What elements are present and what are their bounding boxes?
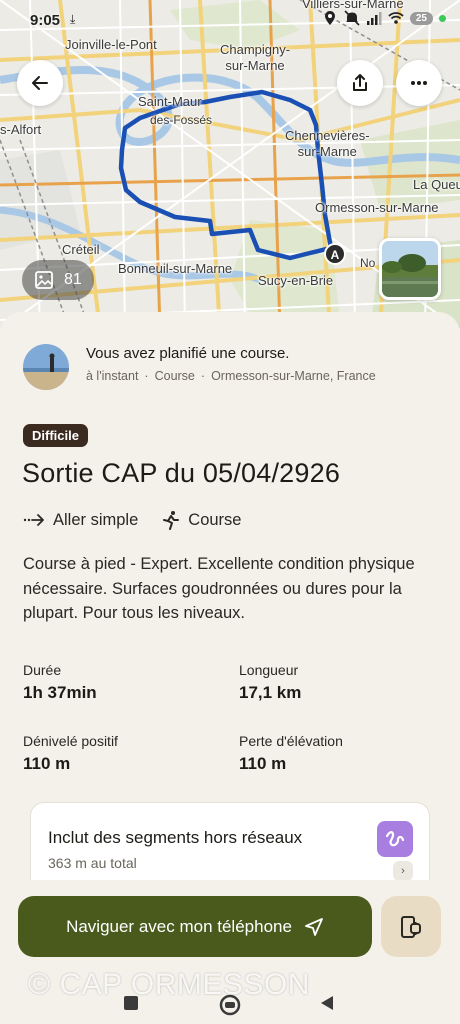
map-label-chennevieres: Chennevières- sur-Marne [285, 128, 370, 159]
activity-location: Ormesson-sur-Marne, France [211, 369, 376, 383]
status-time: 9:05 [30, 12, 61, 29]
more-options-button[interactable] [396, 60, 442, 106]
watermark: © CAP ORMESSON [28, 968, 310, 1001]
stat-length-value: 17,1 km [239, 683, 302, 702]
phone-watch-icon [401, 915, 421, 938]
send-to-watch-button[interactable] [381, 896, 441, 957]
navigate-button-label: Naviguer avec mon téléphone [66, 916, 292, 936]
offroad-subtitle: 363 m au total [48, 855, 137, 871]
map-label-alfort: s-Alfort [0, 122, 42, 137]
route-title: Sortie CAP du 05/04/2926 [22, 458, 341, 488]
avatar[interactable] [23, 344, 69, 390]
photos-count: 81 [64, 271, 82, 288]
activity-headline: Vous avez planifié une course. [86, 345, 290, 362]
stat-duration-value: 1h 37min [23, 683, 97, 702]
route-details-sheet: Vous avez planifié une course. à l'insta… [0, 312, 460, 1024]
stat-elevation-loss-label: Perte d'élévation [239, 733, 343, 749]
activity-time: à l'instant [86, 369, 139, 383]
stat-elevation-gain-value: 110 m [23, 754, 71, 773]
map-label-sucy: Sucy-en-Brie [258, 273, 334, 288]
more-horizontal-icon [411, 81, 427, 85]
photos-count-button[interactable]: 81 [22, 260, 94, 300]
landscape-photo [382, 241, 438, 297]
back-button[interactable] [17, 60, 63, 106]
route-tags: Aller simple Course [23, 510, 265, 530]
status-bar: 9:05 ⤓ 25 [0, 0, 460, 40]
photo-thumbnail[interactable] [379, 238, 441, 300]
navigate-with-phone-button[interactable]: Naviguer avec mon téléphone [18, 896, 372, 957]
stat-elevation-loss-value: 110 m [239, 754, 287, 773]
difficulty-badge: Difficile [23, 424, 88, 447]
privacy-dot-icon [439, 14, 446, 22]
location-icon [324, 11, 335, 25]
bottom-action-bar: Naviguer avec mon téléphone © CAP ORMESS… [0, 880, 460, 1024]
share-icon [353, 74, 367, 91]
route-description: Course à pied - Expert. Excellente condi… [23, 555, 415, 622]
avatar-photo [23, 344, 69, 390]
direction-label: Aller simple [53, 510, 139, 529]
running-icon [163, 511, 180, 530]
download-icon: ⤓ [70, 12, 76, 26]
stat-length-label: Longueur [239, 662, 299, 678]
activity-type: Course [154, 369, 195, 383]
status-icons: 25 [322, 10, 446, 26]
offroad-title: Inclut des segments hors réseaux [48, 828, 303, 847]
stat-elevation-gain-label: Dénivelé positif [23, 733, 118, 749]
map-label-la-queue: La Queu [413, 177, 460, 192]
map-label-no: No [360, 256, 376, 270]
map-label-creteil: Créteil [62, 242, 100, 257]
navigation-arrow-icon [305, 917, 323, 936]
map-label-champigny: Champigny- sur-Marne [220, 42, 291, 73]
sport-tag: Course [162, 510, 241, 530]
stat-duration-label: Durée [23, 662, 62, 678]
route-map[interactable]: A Villiers-sur-Marne Joinville-le-Pont C… [0, 0, 460, 330]
battery-indicator: 25 [409, 11, 433, 25]
stat-length: Longueur 17,1 km [239, 662, 301, 703]
map-label-ormesson: Ormesson-sur-Marne [315, 200, 439, 215]
signal-icon [366, 12, 382, 25]
stat-elevation-gain: Dénivelé positif 110 m [23, 733, 118, 774]
route-start-marker-label: A [331, 248, 340, 262]
map-label-bonneuil: Bonneuil-sur-Marne [118, 261, 233, 276]
mute-icon [344, 10, 360, 26]
chevron-right-icon[interactable]: › [393, 861, 413, 881]
image-icon [35, 271, 53, 289]
map-label-saint-maur: Saint-Maur [138, 94, 202, 109]
stat-duration: Durée 1h 37min [23, 662, 97, 703]
arrow-left-icon [32, 76, 48, 90]
sport-label: Course [188, 510, 242, 529]
stat-elevation-loss: Perte d'élévation 110 m [239, 733, 343, 774]
wifi-icon [388, 12, 404, 24]
share-button[interactable] [337, 60, 383, 106]
back-triangle-icon[interactable] [318, 994, 336, 1012]
offroad-squiggle-icon [377, 821, 413, 857]
direction-tag: Aller simple [23, 511, 138, 530]
one-way-arrow-icon [23, 514, 44, 526]
map-label-fosses: des-Fossés [150, 113, 213, 127]
activity-meta: à l'instant · Course · Ormesson-sur-Marne, F… [86, 369, 376, 383]
